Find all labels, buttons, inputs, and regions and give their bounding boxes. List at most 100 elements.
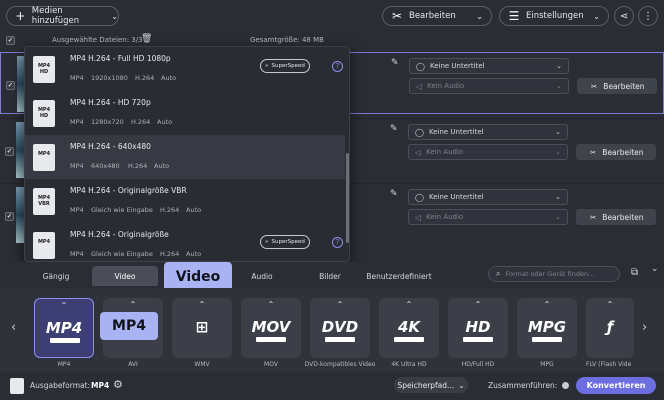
output-format-label: Ausgabeformat:: [30, 381, 91, 390]
mp4-file-icon: MP4 VBR: [33, 188, 55, 215]
preset-item[interactable]: MP4 VBR MP4 H.264 - Originalgröße VBR MP4…: [25, 179, 345, 223]
chevron-down-icon: ⌄: [111, 11, 118, 21]
chevron-down-icon: ⌄: [556, 62, 562, 70]
format-search-input[interactable]: ⌕ Format oder Gerät finden...: [488, 266, 620, 282]
preset-resolution: Gleich wie Eingabe: [91, 250, 153, 258]
chevron-up-icon: ⌃: [267, 300, 275, 309]
total-size-text: Gesamtgröße: 48 MB: [250, 36, 324, 44]
tools-icon: ✂: [591, 81, 598, 91]
preset-codec: H.264: [160, 250, 180, 258]
audio-select[interactable]: ◁ Kein Audio ⌄: [409, 78, 569, 94]
subtitle-icon: ◯: [416, 61, 425, 71]
preset-name: MP4 H.264 - HD 720p: [70, 98, 151, 107]
preset-resolution: 1280x720: [91, 118, 124, 126]
format-dvd[interactable]: ⌃ DVD: [310, 298, 370, 358]
save-path-label: Speicherpfad...: [397, 380, 455, 390]
select-all-checkbox[interactable]: ✓: [6, 36, 15, 45]
4k-logo: 4K: [397, 318, 421, 336]
subtitle-select[interactable]: ◯ Keine Untertitel ⌄: [408, 124, 568, 140]
more-vertical-icon: ⋮: [643, 10, 653, 22]
preset-codec: H.264: [135, 74, 155, 82]
tab-popular[interactable]: Gängig: [22, 266, 90, 286]
dvd-logo: DVD: [321, 318, 359, 336]
convert-button[interactable]: Konvertieren: [576, 377, 656, 394]
settings-button[interactable]: ☰ Einstellungen ⌄: [499, 6, 609, 26]
row-edit-label: Bearbeiten: [602, 147, 644, 157]
edit-button[interactable]: ✂ Bearbeiten ⌄: [382, 6, 492, 26]
tab-images[interactable]: Bilder: [300, 266, 360, 286]
mp4-file-icon: MP4 HD: [33, 56, 55, 83]
superspeed-badge: » SuperSpeed: [260, 235, 310, 249]
merge-toggle[interactable]: [549, 381, 569, 391]
tab-audio[interactable]: Audio: [236, 266, 288, 286]
chevron-right-icon[interactable]: ›: [642, 320, 647, 335]
save-path-button[interactable]: Speicherpfad... ⌄: [394, 377, 468, 393]
subtitle-text: Keine Untertitel: [429, 62, 485, 70]
format-mp4[interactable]: ⌃ MP4: [34, 298, 94, 358]
row-checkbox[interactable]: ✓: [6, 81, 15, 90]
preset-item[interactable]: MP4 MP4 H.264 - Originalgröße MP4 Gleich…: [25, 223, 345, 261]
preset-resolution: 1920x1080: [91, 74, 128, 82]
collapse-icon[interactable]: ⌄: [651, 264, 659, 274]
row-edit-button[interactable]: ✂ Bearbeiten: [577, 78, 657, 94]
audio-select[interactable]: ◁ Kein Audio ⌄: [408, 144, 568, 160]
preset-audio: Auto: [157, 118, 173, 126]
row-checkbox[interactable]: ✓: [5, 212, 14, 221]
tools-icon: ✂: [590, 212, 597, 222]
tab-custom[interactable]: Benutzerdefiniert: [364, 266, 434, 286]
format-flv[interactable]: ⌃ ƒ: [586, 298, 634, 358]
format-label: DVD-kompatibles Video: [304, 361, 376, 368]
mp4-logo: MP4: [45, 319, 83, 337]
trash-icon[interactable]: 🗑: [141, 34, 152, 44]
gear-icon[interactable]: ⚙: [113, 378, 123, 391]
format-label: HD/Full HD: [461, 361, 495, 368]
audio-text: Kein Audio: [426, 148, 464, 156]
flash-icon: ƒ: [606, 318, 614, 336]
row-checkbox[interactable]: ✓: [5, 147, 14, 156]
preset-item[interactable]: MP4 MP4 H.264 - 640x480 MP4 640x480 H.26…: [25, 135, 345, 179]
tab-video[interactable]: Video: [92, 266, 158, 286]
help-icon[interactable]: ?: [332, 61, 343, 72]
chevron-down-icon: ⌄: [476, 11, 483, 21]
pencil-icon[interactable]: ✎: [391, 58, 399, 68]
help-icon[interactable]: ?: [332, 237, 343, 248]
format-mpg[interactable]: ⌃ MPG: [517, 298, 577, 358]
row-edit-button[interactable]: ✂ Bearbeiten: [576, 209, 656, 225]
preset-format: MP4: [70, 118, 84, 126]
subtitle-text: Keine Untertitel: [428, 128, 484, 136]
preset-item[interactable]: MP4 HD MP4 H.264 - Full HD 1080p MP4 1920…: [25, 47, 345, 91]
video-strip: [394, 337, 424, 342]
device-detect-icon[interactable]: ⧉: [631, 267, 638, 278]
preset-item[interactable]: MP4 HD MP4 H.264 - HD 720p MP4 1280x720 H…: [25, 91, 345, 135]
mp4-file-icon: MP4: [33, 232, 55, 259]
output-format-value: MP4: [91, 381, 110, 390]
speaker-icon: ◁: [415, 212, 422, 222]
dropdown-scrollbar[interactable]: [346, 153, 349, 243]
format-wmv[interactable]: ⌃ ⊞: [172, 298, 232, 358]
pencil-icon[interactable]: ✎: [390, 124, 398, 134]
chevron-left-icon[interactable]: ‹: [11, 320, 16, 335]
preset-format: MP4: [70, 162, 84, 170]
chevron-down-icon: ⌄: [555, 128, 561, 136]
sliders-icon: ☰: [508, 9, 520, 23]
mp4-tooltip: MP4: [100, 312, 158, 340]
menu-button[interactable]: ⋮: [638, 6, 658, 26]
subtitle-select[interactable]: ◯ Keine Untertitel ⌄: [409, 58, 569, 74]
row-edit-button[interactable]: ✂ Bearbeiten: [576, 144, 656, 160]
share-button[interactable]: ⋖: [614, 6, 634, 26]
format-mov[interactable]: ⌃ MOV: [241, 298, 301, 358]
audio-select[interactable]: ◁ Kein Audio ⌄: [408, 209, 568, 225]
audio-text: Kein Audio: [427, 82, 465, 90]
chevron-down-icon: ⌄: [555, 213, 561, 221]
chevron-up-icon: ⌃: [606, 300, 614, 309]
chevron-down-icon: ⌄: [556, 82, 562, 90]
format-hd[interactable]: ⌃ HD: [448, 298, 508, 358]
chevron-down-icon: ⌄: [555, 193, 561, 201]
pencil-icon[interactable]: ✎: [390, 189, 398, 199]
add-media-button[interactable]: + Medien hinzufügen ⌄: [6, 6, 119, 26]
merge-label: Zusammenführen:: [488, 381, 558, 390]
format-4k[interactable]: ⌃ 4K: [379, 298, 439, 358]
subtitle-select[interactable]: ◯ Keine Untertitel ⌄: [408, 189, 568, 205]
chevron-up-icon: ⌃: [543, 300, 551, 309]
share-icon: ⋖: [619, 10, 629, 22]
